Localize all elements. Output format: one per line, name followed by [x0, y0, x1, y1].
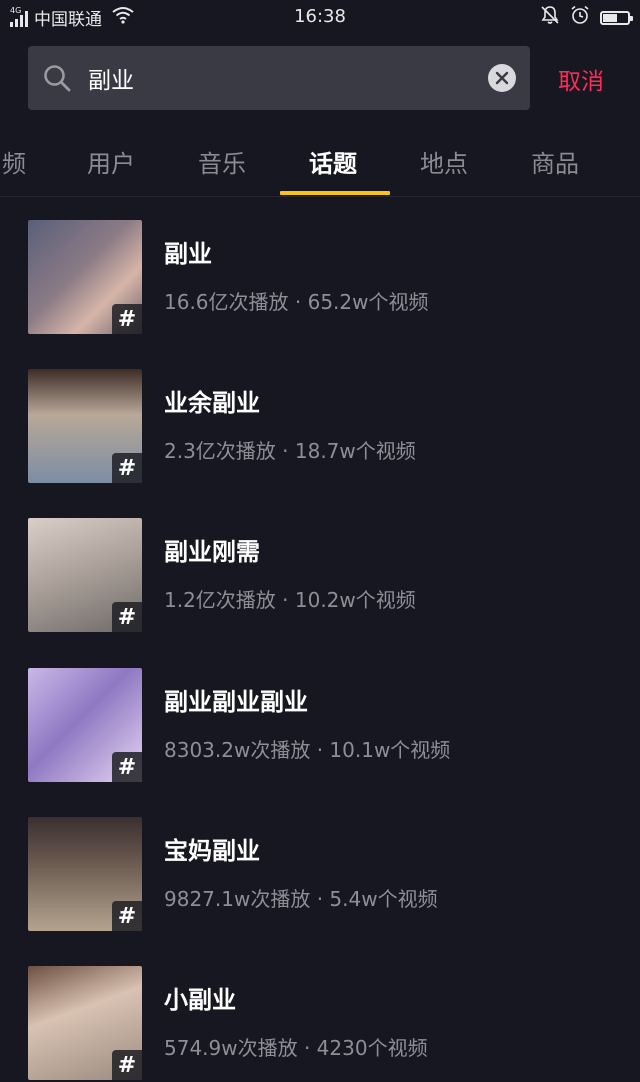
topic-thumbnail: #: [28, 817, 142, 931]
topic-stats: 574.9w次播放 · 4230个视频: [164, 1036, 428, 1060]
search-input[interactable]: [88, 46, 498, 110]
hashtag-badge: #: [112, 1050, 142, 1080]
topic-stats: 9827.1w次播放 · 5.4w个视频: [164, 887, 438, 911]
topic-item[interactable]: # 宝妈副业 9827.1w次播放 · 5.4w个视频: [0, 817, 640, 933]
tab-video[interactable]: 频: [2, 144, 26, 179]
status-right: [540, 5, 633, 30]
topic-title: 副业: [164, 240, 212, 268]
tab-places[interactable]: 地点: [420, 144, 468, 179]
topic-item[interactable]: # 副业副业副业 8303.2w次播放 · 10.1w个视频: [0, 668, 640, 784]
topic-title: 副业副业副业: [164, 688, 308, 716]
hashtag-badge: #: [112, 304, 142, 334]
topic-thumbnail: #: [28, 369, 142, 483]
alarm-icon: [570, 5, 590, 30]
battery-icon: [600, 10, 633, 25]
tab-users[interactable]: 用户: [87, 144, 135, 179]
topic-title: 业余副业: [164, 389, 260, 417]
search-tabs: 频 用户 音乐 话题 地点 商品: [0, 130, 640, 197]
search-box[interactable]: [28, 46, 530, 110]
topic-item[interactable]: # 小副业 574.9w次播放 · 4230个视频: [0, 966, 640, 1082]
topic-thumbnail: #: [28, 966, 142, 1080]
hashtag-badge: #: [112, 752, 142, 782]
tab-topics[interactable]: 话题: [309, 144, 357, 179]
topic-thumbnail: #: [28, 220, 142, 334]
topic-stats: 8303.2w次播放 · 10.1w个视频: [164, 738, 451, 762]
topic-thumbnail: #: [28, 518, 142, 632]
active-tab-indicator: [280, 191, 390, 195]
status-bar: 4G 中国联通 16:38: [0, 0, 640, 34]
topic-title: 副业刚需: [164, 538, 260, 566]
topic-stats: 1.2亿次播放 · 10.2w个视频: [164, 588, 416, 612]
topic-title: 小副业: [164, 986, 236, 1014]
topic-item[interactable]: # 副业 16.6亿次播放 · 65.2w个视频: [0, 220, 640, 336]
topic-title: 宝妈副业: [164, 837, 260, 865]
close-icon: [495, 71, 509, 85]
topic-stats: 16.6亿次播放 · 65.2w个视频: [164, 290, 429, 314]
topic-item[interactable]: # 业余副业 2.3亿次播放 · 18.7w个视频: [0, 369, 640, 485]
mute-icon: [540, 5, 560, 30]
hashtag-badge: #: [112, 453, 142, 483]
tab-products[interactable]: 商品: [531, 144, 579, 179]
topic-thumbnail: #: [28, 668, 142, 782]
topic-item[interactable]: # 副业刚需 1.2亿次播放 · 10.2w个视频: [0, 518, 640, 634]
hashtag-badge: #: [112, 602, 142, 632]
cancel-button[interactable]: 取消: [558, 62, 604, 96]
hashtag-badge: #: [112, 901, 142, 931]
clear-search-button[interactable]: [488, 64, 516, 92]
topic-stats: 2.3亿次播放 · 18.7w个视频: [164, 439, 416, 463]
tab-music[interactable]: 音乐: [198, 144, 246, 179]
battery-fill: [603, 13, 617, 22]
search-icon: [42, 63, 72, 97]
